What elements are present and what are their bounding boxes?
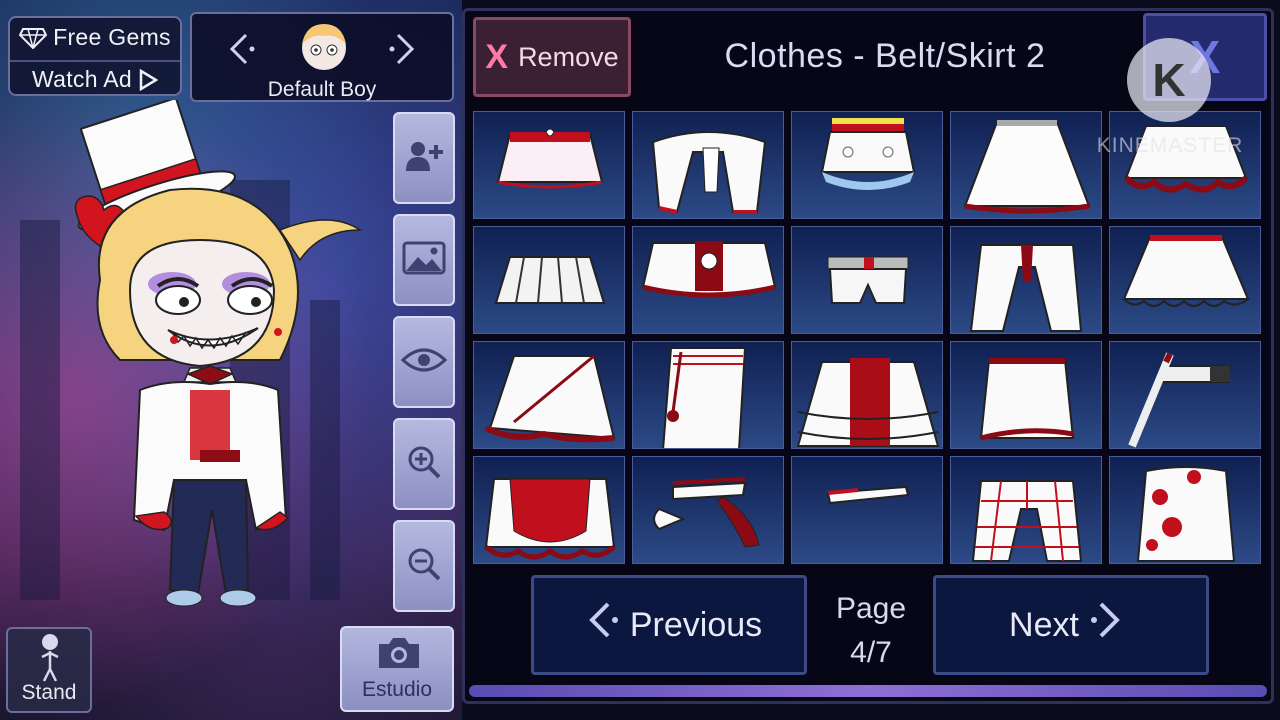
items-grid bbox=[473, 111, 1267, 571]
add-person-icon bbox=[404, 139, 444, 178]
character-scene: Free Gems Watch Ad Default Boy Stand Est… bbox=[0, 0, 462, 720]
panel-title: Clothes - Belt/Skirt 2 bbox=[724, 37, 1046, 75]
item-slot[interactable] bbox=[950, 341, 1102, 449]
item-slot[interactable] bbox=[791, 341, 943, 449]
prev-character-arrow-icon[interactable] bbox=[226, 32, 256, 75]
item-slot[interactable] bbox=[791, 226, 943, 334]
watch-ad-label: Watch Ad bbox=[32, 66, 132, 92]
holster-belt-icon bbox=[653, 477, 760, 548]
item-slot[interactable] bbox=[950, 456, 1102, 564]
chevron-right-icon bbox=[1089, 600, 1123, 650]
red-apron-icon bbox=[484, 478, 616, 560]
stand-pose-button[interactable]: Stand bbox=[6, 627, 92, 713]
studio-label: Estudio bbox=[361, 678, 433, 701]
wrap-ruffle-skirt-icon bbox=[484, 354, 616, 443]
remove-x-icon: X bbox=[485, 37, 509, 76]
item-slot[interactable] bbox=[632, 111, 784, 219]
kinemaster-watermark: K KINEMASTER bbox=[1095, 38, 1245, 164]
page-label: Page bbox=[835, 592, 907, 625]
zoom-out-icon bbox=[406, 546, 442, 587]
red-dot-skirt-icon bbox=[1136, 466, 1236, 562]
item-slot[interactable] bbox=[632, 226, 784, 334]
kinemaster-logo-icon: K bbox=[1127, 38, 1211, 122]
stand-label: Stand bbox=[21, 681, 77, 704]
plaid-tie-skirt-icon bbox=[971, 480, 1083, 562]
item-slot[interactable] bbox=[1109, 341, 1261, 449]
belt-shorts-icon bbox=[827, 256, 909, 304]
item-slot[interactable] bbox=[950, 226, 1102, 334]
page-value: 4/7 bbox=[850, 636, 892, 669]
lace-hem-skirt-icon bbox=[1122, 235, 1250, 307]
chevron-left-icon bbox=[586, 600, 620, 650]
character-name: Default Boy bbox=[267, 78, 377, 101]
previous-page-button[interactable]: Previous bbox=[531, 575, 807, 675]
zoom-out-button[interactable] bbox=[393, 520, 455, 612]
watermark-text: KINEMASTER bbox=[1096, 134, 1244, 157]
remove-button[interactable]: X Remove bbox=[473, 17, 631, 97]
zoom-in-icon bbox=[406, 444, 442, 485]
page-indicator: Page 4/7 bbox=[815, 587, 927, 675]
item-slot[interactable] bbox=[1109, 456, 1261, 564]
tie-skirt-icon bbox=[969, 244, 1083, 332]
item-slot[interactable] bbox=[1109, 226, 1261, 334]
background-button[interactable] bbox=[393, 214, 455, 306]
pink-skirt-heart-icon bbox=[496, 128, 604, 189]
item-slot[interactable] bbox=[473, 456, 625, 564]
item-slot[interactable] bbox=[632, 456, 784, 564]
background-building bbox=[20, 220, 60, 600]
item-slot[interactable] bbox=[791, 456, 943, 564]
panel-bottom-bar bbox=[469, 685, 1267, 697]
character-selector: Default Boy bbox=[190, 12, 454, 102]
free-gems-label: Free Gems bbox=[53, 24, 171, 50]
item-slot[interactable] bbox=[473, 111, 625, 219]
studio-button[interactable]: Estudio bbox=[340, 626, 454, 712]
tied-sash-icon bbox=[651, 131, 767, 214]
zoom-in-button[interactable] bbox=[393, 418, 455, 510]
sword-belt-icon bbox=[1128, 352, 1232, 448]
item-slot[interactable] bbox=[473, 341, 625, 449]
free-gems-panel[interactable]: Free Gems Watch Ad bbox=[8, 16, 182, 96]
pleated-skirt-icon bbox=[494, 256, 606, 304]
free-gems-button[interactable]: Free Gems bbox=[10, 24, 180, 51]
thin-belt-icon bbox=[826, 485, 910, 505]
next-page-button[interactable]: Next bbox=[933, 575, 1209, 675]
red-trim-pencil-skirt-icon bbox=[979, 358, 1075, 441]
visibility-button[interactable] bbox=[393, 316, 455, 408]
add-character-button[interactable] bbox=[393, 112, 455, 204]
item-slot[interactable] bbox=[632, 341, 784, 449]
watch-ad-button[interactable]: Watch Ad bbox=[10, 60, 180, 93]
white-flared-skirt-icon bbox=[963, 120, 1091, 214]
image-icon bbox=[402, 241, 446, 280]
remove-label: Remove bbox=[518, 41, 619, 72]
camera-icon bbox=[375, 636, 423, 675]
item-slot[interactable] bbox=[473, 226, 625, 334]
eye-icon bbox=[400, 346, 448, 379]
item-slot[interactable] bbox=[950, 111, 1102, 219]
tiered-frill-skirt-icon bbox=[796, 358, 940, 447]
item-slot[interactable] bbox=[791, 111, 943, 219]
character-avatar[interactable] bbox=[60, 96, 390, 620]
lace-skirt-icon bbox=[820, 118, 916, 190]
previous-label: Previous bbox=[629, 605, 763, 644]
standing-figure-icon bbox=[37, 633, 63, 688]
next-character-arrow-icon[interactable] bbox=[388, 32, 418, 75]
character-face-icon bbox=[296, 20, 352, 72]
tassel-pencil-skirt-icon bbox=[662, 347, 747, 448]
play-icon bbox=[138, 68, 158, 91]
next-label: Next bbox=[1009, 605, 1079, 644]
gem-icon bbox=[19, 27, 48, 49]
yin-yang-apron-icon bbox=[641, 241, 777, 298]
